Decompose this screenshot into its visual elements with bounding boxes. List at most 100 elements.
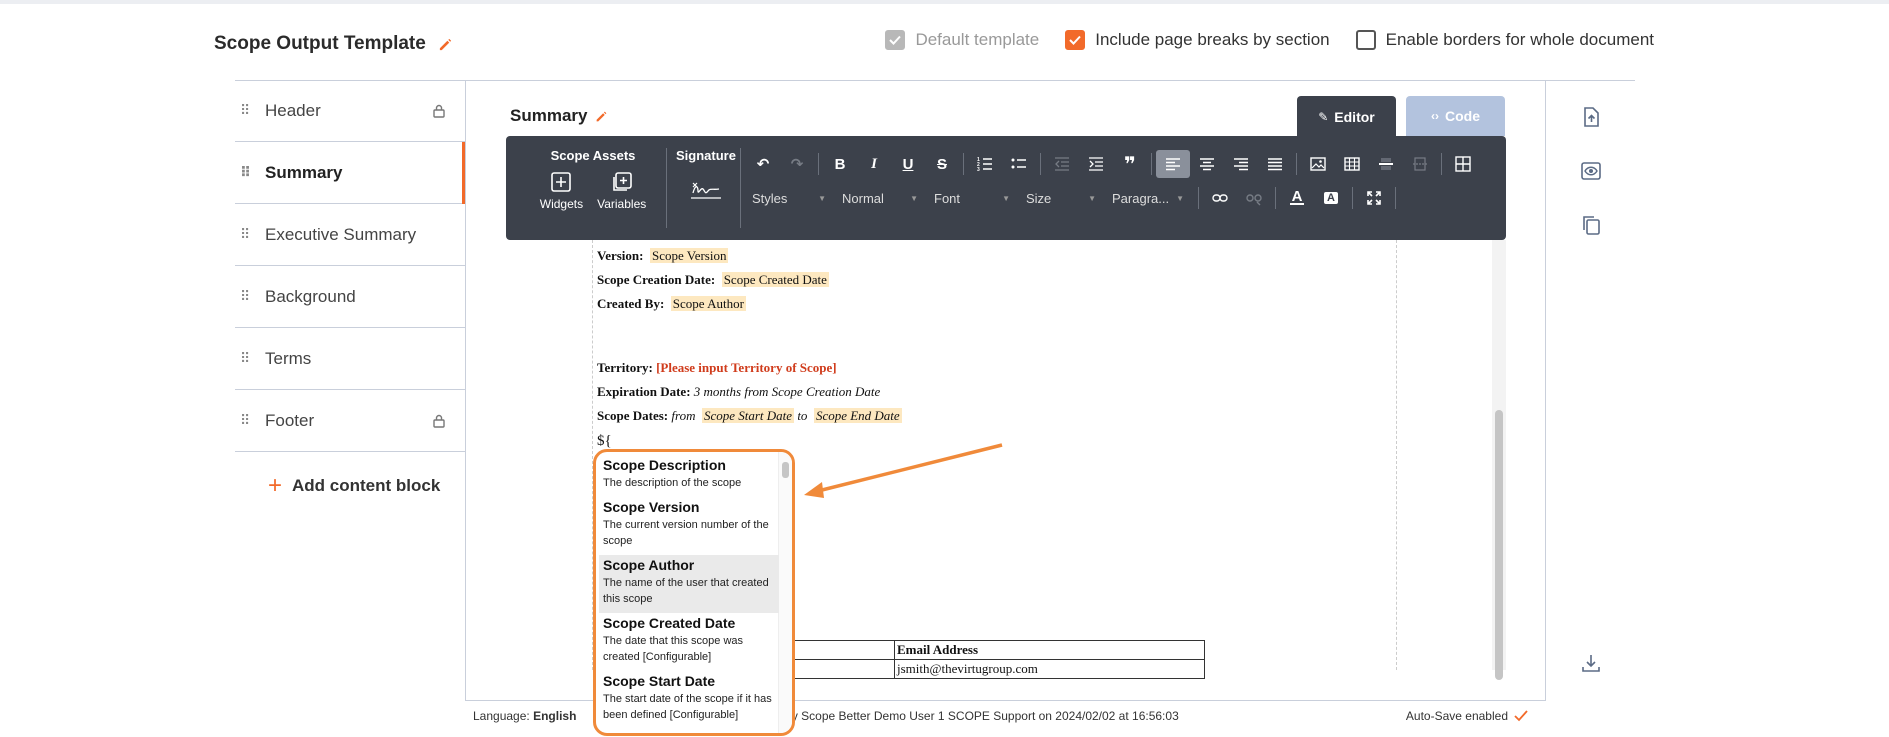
page-break-icon[interactable] [1403, 150, 1437, 178]
tab-code-label: Code [1445, 108, 1480, 124]
autocomplete-item-desc: The current version number of the scope [603, 519, 769, 547]
drag-handle-icon[interactable]: ⠿ [240, 412, 260, 429]
numbered-list-icon[interactable]: 123 [968, 150, 1002, 178]
blockquote-icon[interactable]: ❞ [1113, 150, 1147, 178]
toolbar-separator [1395, 187, 1396, 209]
autocomplete-item-title: Scope Version [603, 499, 700, 515]
preview-icon[interactable] [1580, 160, 1602, 182]
signature-title: Signature [676, 148, 736, 163]
tab-editor[interactable]: ✎ Editor [1297, 96, 1396, 138]
table-icon[interactable] [1335, 150, 1369, 178]
table-cell [789, 659, 895, 679]
bold-icon[interactable]: B [823, 150, 857, 178]
download-icon[interactable] [1580, 652, 1602, 674]
expiration-value: 3 months from Scope Creation Date [693, 384, 881, 399]
drag-handle-icon[interactable]: ⠿ [240, 350, 260, 367]
created-by-variable[interactable]: Scope Author [670, 296, 746, 311]
edit-title-icon[interactable] [438, 37, 453, 52]
indent-icon[interactable] [1079, 150, 1113, 178]
variable-autocomplete-popup[interactable]: Scope Description The description of the… [593, 449, 795, 736]
check-icon [1514, 709, 1528, 721]
upload-file-icon[interactable] [1580, 106, 1602, 128]
toolbar-separator [1040, 153, 1041, 175]
svg-text:3: 3 [977, 167, 980, 172]
drag-handle-icon[interactable]: ⠿ [240, 288, 260, 305]
autocomplete-item-desc: The description of the scope [603, 477, 742, 489]
align-center-icon[interactable] [1190, 150, 1224, 178]
widgets-label: Widgets [539, 197, 584, 211]
unlink-icon[interactable] [1237, 184, 1271, 212]
variables-button[interactable]: Variables [597, 171, 646, 211]
scope-dates-line: Scope Dates: from Scope Start Date to Sc… [597, 408, 902, 424]
align-right-icon[interactable] [1224, 150, 1258, 178]
drag-handle-icon[interactable]: ⠿ [240, 226, 260, 243]
paragraph-dropdown[interactable]: Paragra... ▼ [1106, 184, 1188, 212]
editor-scrollbar[interactable] [1492, 240, 1506, 680]
text-color-icon[interactable]: A [1280, 184, 1314, 212]
autocomplete-item-scope-version[interactable]: Scope Version The current version number… [599, 497, 779, 555]
toolbar-row-2: Styles ▼ Normal ▼ Font ▼ Size ▼ Paragra... ▼ … [746, 184, 1400, 212]
popup-scrollbar[interactable] [778, 452, 792, 733]
grid-layout-icon[interactable] [1446, 150, 1480, 178]
created-date-variable[interactable]: Scope Created Date [721, 272, 829, 287]
size-dropdown[interactable]: Size ▼ [1020, 184, 1100, 212]
popup-scrollbar-thumb[interactable] [782, 462, 789, 478]
autocomplete-item-scope-description[interactable]: Scope Description The description of the… [599, 455, 779, 497]
styles-dropdown[interactable]: Styles ▼ [746, 184, 830, 212]
scrollbar-thumb[interactable] [1495, 410, 1503, 680]
drag-handle-icon[interactable]: ⠿ [240, 102, 260, 119]
autocomplete-item-scope-author[interactable]: Scope Author The name of the user that c… [599, 555, 779, 613]
created-by-line: Created By: Scope Author [597, 296, 746, 312]
borders-checkbox[interactable] [1355, 30, 1376, 50]
version-variable[interactable]: Scope Version [649, 248, 729, 263]
edit-section-icon[interactable] [595, 110, 608, 123]
autocomplete-item-scope-start-date[interactable]: Scope Start Date The start date of the s… [599, 671, 779, 729]
align-left-icon[interactable] [1156, 150, 1190, 178]
bulleted-list-icon[interactable] [1002, 150, 1036, 178]
sidebar-item-label: Summary [265, 162, 343, 182]
tab-code[interactable]: ‹› Code [1406, 96, 1505, 136]
format-dropdown[interactable]: Normal ▼ [836, 184, 922, 212]
sidebar-item-background[interactable]: ⠿ Background [235, 266, 465, 328]
maximize-icon[interactable] [1357, 184, 1391, 212]
add-content-block-label: Add content block [292, 476, 441, 495]
italic-icon[interactable]: I [857, 150, 891, 178]
drag-handle-icon[interactable]: ⠿ [240, 164, 260, 181]
autocomplete-item-scope-created-date[interactable]: Scope Created Date The date that this sc… [599, 613, 779, 671]
sidebar-item-summary[interactable]: ⠿ Summary [235, 142, 466, 204]
undo-icon[interactable]: ↶ [746, 150, 780, 178]
table-row: jsmith@thevirtugroup.com [789, 659, 1205, 679]
sidebar-item-header[interactable]: ⠿ Header [235, 80, 465, 142]
autocomplete-item-desc: The start date of the scope if it has be… [603, 693, 772, 721]
scope-end-variable[interactable]: Scope End Date [813, 408, 902, 423]
copy-icon[interactable] [1580, 214, 1602, 236]
redo-icon[interactable]: ↷ [780, 150, 814, 178]
sidebar-item-executive-summary[interactable]: ⠿ Executive Summary [235, 204, 465, 266]
scope-dates-to: to [797, 408, 808, 423]
underline-icon[interactable]: U [891, 150, 925, 178]
background-color-icon[interactable]: A [1314, 184, 1348, 212]
font-dropdown-value: Font [934, 190, 961, 206]
option-borders[interactable]: Enable borders for whole document [1355, 30, 1654, 50]
signature-button[interactable] [689, 179, 723, 201]
option-page-breaks[interactable]: Include page breaks by section [1065, 30, 1330, 50]
align-justify-icon[interactable] [1258, 150, 1292, 178]
toolbar-separator [1441, 153, 1442, 175]
toolbar-row-1: ↶ ↷ B I U S 123 ❞ [746, 150, 1480, 178]
strikethrough-icon[interactable]: S [925, 150, 959, 178]
outdent-icon[interactable] [1045, 150, 1079, 178]
mode-tabs: ✎ Editor ‹› Code [1297, 96, 1505, 138]
link-icon[interactable] [1203, 184, 1237, 212]
image-icon[interactable] [1301, 150, 1335, 178]
widgets-button[interactable]: Widgets [540, 171, 583, 211]
horizontal-line-icon[interactable] [1369, 150, 1403, 178]
page-breaks-checkbox[interactable] [1065, 30, 1086, 50]
sidebar-item-footer[interactable]: ⠿ Footer [235, 390, 465, 452]
font-dropdown[interactable]: Font ▼ [928, 184, 1014, 212]
created-date-line: Scope Creation Date: Scope Created Date [597, 272, 829, 288]
sidebar-item-terms[interactable]: ⠿ Terms [235, 328, 465, 390]
autocomplete-item-title: Scope Created Date [603, 615, 736, 631]
scope-start-variable[interactable]: Scope Start Date [701, 408, 795, 423]
add-content-block-button[interactable]: + Add content block [268, 474, 465, 498]
language-indicator: Language: English [473, 708, 577, 723]
